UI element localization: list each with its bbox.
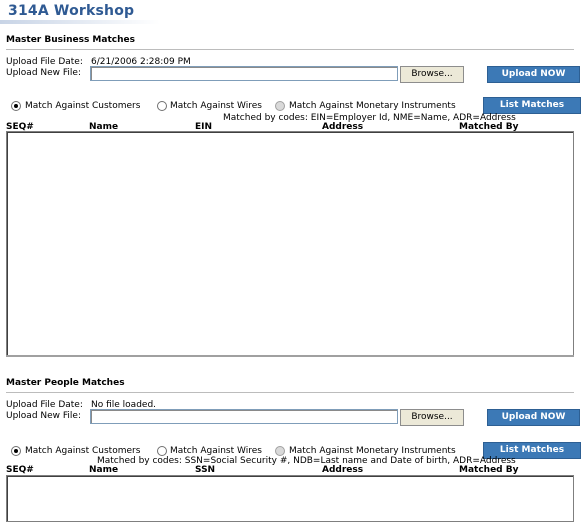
people-radio-customers-label: Match Against Customers [25, 446, 141, 456]
people-col-ssn: SSN [195, 465, 216, 475]
business-upload-date-label: Upload File Date: [6, 57, 83, 67]
people-upload-new-label: Upload New File: [6, 411, 81, 421]
title-underline [0, 20, 160, 24]
business-section-title: Master Business Matches [6, 35, 135, 45]
people-divider [6, 392, 574, 393]
business-radio-customers-label: Match Against Customers [25, 101, 141, 111]
business-file-input[interactable] [90, 66, 398, 81]
people-radio-wires-label: Match Against Wires [170, 446, 262, 456]
people-col-address: Address [322, 465, 364, 475]
people-upload-date-label: Upload File Date: [6, 400, 83, 410]
business-divider [6, 49, 574, 50]
people-col-name: Name [89, 465, 119, 475]
business-browse-button[interactable]: Browse... [400, 66, 464, 83]
people-radio-wires[interactable] [157, 446, 167, 456]
business-list-matches-button[interactable]: List Matches [483, 97, 581, 114]
people-section-title: Master People Matches [6, 378, 125, 388]
business-radio-customers[interactable] [11, 101, 21, 111]
people-radio-monetary-label: Match Against Monetary Instruments [289, 446, 456, 456]
business-results-list[interactable] [6, 131, 574, 356]
business-radio-monetary-label: Match Against Monetary Instruments [289, 101, 456, 111]
page-title: 314A Workshop [8, 3, 135, 19]
business-radio-monetary[interactable] [275, 101, 285, 111]
people-radio-monetary[interactable] [275, 446, 285, 456]
people-radio-customers[interactable] [11, 446, 21, 456]
people-col-matched-by: Matched By [459, 465, 519, 475]
people-browse-button[interactable]: Browse... [400, 409, 464, 426]
people-upload-button[interactable]: Upload NOW [487, 409, 580, 426]
people-col-seq: SEQ# [6, 465, 34, 475]
business-radio-wires-label: Match Against Wires [170, 101, 262, 111]
people-file-input[interactable] [90, 409, 398, 424]
business-upload-button[interactable]: Upload NOW [487, 66, 580, 83]
people-codes-text: Matched by codes: SSN=Social Security #,… [97, 456, 516, 466]
business-radio-wires[interactable] [157, 101, 167, 111]
business-list-bottom-edge [6, 355, 574, 357]
people-results-list[interactable] [6, 475, 574, 522]
business-upload-new-label: Upload New File: [6, 68, 81, 78]
